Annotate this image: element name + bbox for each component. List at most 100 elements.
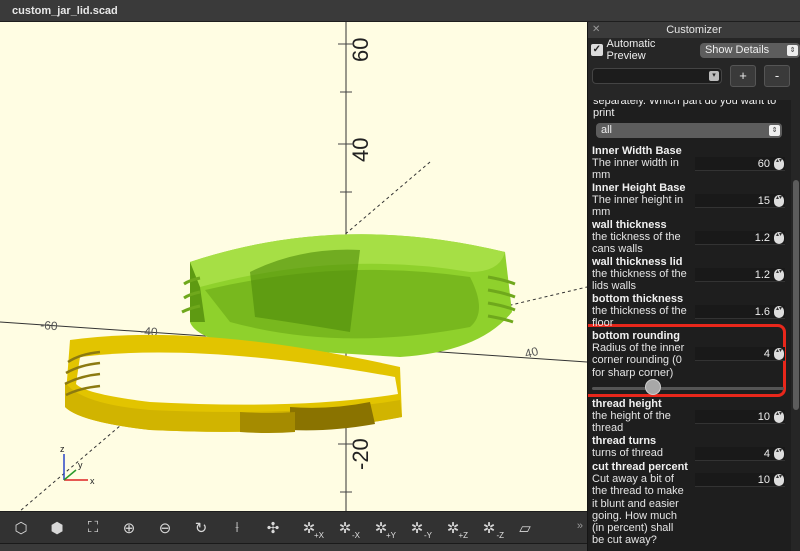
stepper-icon[interactable]: ▴▾ (774, 448, 784, 460)
param-value[interactable]: 10 (758, 473, 770, 487)
preview-row: ✓ Automatic Preview Show Details ⇕ (588, 38, 800, 62)
param-spinbox[interactable]: 15 ▴▾ (695, 194, 785, 208)
stepper-icon[interactable]: ▴▾ (774, 474, 784, 486)
param-name: wall thickness lid (592, 256, 683, 268)
show-edges-icon-glyph: ▱ (519, 519, 531, 537)
stepper-icon[interactable]: ▴▾ (774, 195, 784, 207)
param-inner-width-base: Inner Width Base The inner width in mm 60 ▴… (592, 145, 789, 182)
view-top-icon-glyph: ✲ (446, 519, 460, 537)
param-name: cut thread percent (592, 461, 688, 473)
param-wall-thickness: wall thickness the tickness of the cans w… (592, 219, 789, 256)
param-spinbox[interactable]: 60 ▴▾ (695, 157, 785, 171)
gizmo-z: z (60, 444, 65, 454)
parameter-scrollbar[interactable] (793, 100, 799, 551)
param-spinbox[interactable]: 10 ▴▾ (695, 410, 785, 424)
perspective-icon[interactable]: ⟊ (224, 515, 250, 541)
show-edges-icon[interactable]: ▱ (512, 515, 538, 541)
stepper-icon[interactable]: ▴▾ (774, 158, 784, 170)
customizer-header: ✕ Customizer (588, 22, 800, 38)
remove-preset-button[interactable]: - (764, 65, 790, 87)
reset-view-icon[interactable]: ↻ (188, 515, 214, 541)
stepper-icon[interactable]: ▴▾ (774, 306, 784, 318)
parameter-list[interactable]: separately. Which part do you want to pr… (588, 100, 791, 551)
param-value[interactable]: 1.2 (755, 268, 770, 282)
param-spinbox[interactable]: 4 ▴▾ (695, 347, 785, 361)
param-name: bottom rounding (592, 330, 680, 342)
close-icon[interactable]: ✕ (592, 22, 600, 38)
tab-bar: custom_jar_lid.scad (0, 0, 800, 22)
view-all-icon-glyph: ⛶ (87, 519, 99, 536)
param-spinbox[interactable]: 1.2 ▴▾ (695, 231, 785, 245)
lid-model (181, 234, 516, 357)
stepper-icon[interactable]: ▴▾ (774, 348, 784, 360)
param-spinbox[interactable]: 1.6 ▴▾ (695, 305, 785, 319)
view-back-icon[interactable]: ✲ +Y (368, 515, 396, 541)
param-inner-height-base: Inner Height Base The inner height in mm 1… (592, 182, 789, 219)
zoom-out-icon-glyph: ⊖ (158, 519, 172, 537)
view-bottom-icon[interactable]: ✲ -Z (476, 515, 504, 541)
view-front-icon-axis-label: -Y (424, 530, 432, 540)
view-all-icon[interactable]: ⛶ (80, 515, 106, 541)
orthogonal-icon[interactable]: ✣ (260, 515, 286, 541)
toolbar-overflow-icon[interactable]: » (577, 520, 583, 532)
render-icon[interactable]: ⬡ (8, 515, 34, 541)
scrollbar-thumb[interactable] (793, 180, 799, 410)
part-select[interactable]: all ⇕ (596, 123, 782, 138)
view-top-icon[interactable]: ✲ +Z (440, 515, 468, 541)
param-description: the thickness of the floor (592, 305, 687, 330)
axis-gizmo: z y x (60, 444, 95, 486)
view-left-icon-glyph: ✲ (338, 519, 352, 537)
chevron-down-icon: ▾ (709, 71, 719, 81)
tick-x-neg60: -60 (40, 318, 59, 333)
zoom-out-icon[interactable]: ⊖ (152, 515, 178, 541)
part-description: separately. Which part do you want to pr… (593, 100, 777, 119)
render-icon-glyph: ⬡ (14, 519, 28, 537)
preview-cube-icon[interactable]: ⬢ (44, 515, 70, 541)
reset-view-icon-glyph: ↻ (194, 519, 208, 537)
gizmo-y: y (78, 460, 83, 470)
view-front-icon-glyph: ✲ (410, 519, 424, 537)
3d-viewport[interactable]: 60 40 20 -20 -60 -40 40 (0, 22, 587, 511)
param-value[interactable]: 10 (758, 410, 770, 424)
automatic-preview-checkbox[interactable]: ✓ (591, 44, 603, 56)
customizer-panel: ✕ Customizer ✓ Automatic Preview Show De… (587, 22, 800, 551)
param-value[interactable]: 1.2 (755, 231, 770, 245)
bottom-rounding-slider-track[interactable] (592, 387, 784, 390)
param-value[interactable]: 1.6 (755, 305, 770, 319)
perspective-icon-glyph: ⟊ (235, 519, 239, 536)
stepper-icon[interactable]: ▴▾ (774, 232, 784, 244)
param-name: Inner Width Base (592, 145, 682, 157)
view-right-icon[interactable]: ✲ +X (296, 515, 324, 541)
param-spinbox[interactable]: 4 ▴▾ (695, 447, 785, 461)
bottom-rounding-slider-thumb[interactable] (644, 379, 661, 395)
param-bottom-thickness: bottom thickness the thickness of the flo… (592, 293, 789, 330)
preset-row: ▾ + - (588, 62, 800, 90)
param-description: Cut away a bit of the thread to make it … (592, 473, 684, 547)
param-spinbox[interactable]: 10 ▴▾ (695, 473, 785, 487)
view-left-icon[interactable]: ✲ -X (332, 515, 360, 541)
param-description: the tickness of the cans walls (592, 231, 681, 256)
param-description: the thickness of the lids walls (592, 268, 687, 293)
zoom-in-icon-glyph: ⊕ (122, 519, 136, 537)
file-tab[interactable]: custom_jar_lid.scad (0, 0, 130, 22)
view-top-icon-axis-label: +Z (458, 530, 468, 540)
add-preset-button[interactable]: + (730, 65, 756, 87)
param-value[interactable]: 4 (764, 347, 770, 361)
param-bottom-rounding: bottom rounding Radius of the inner corne… (592, 330, 789, 379)
view-front-icon[interactable]: ✲ -Y (404, 515, 432, 541)
zoom-in-icon[interactable]: ⊕ (116, 515, 142, 541)
param-spinbox[interactable]: 1.2 ▴▾ (695, 268, 785, 282)
param-value[interactable]: 15 (758, 194, 770, 208)
param-value[interactable]: 4 (764, 447, 770, 461)
stepper-icon[interactable]: ▴▾ (774, 411, 784, 423)
view-bottom-icon-glyph: ✲ (482, 519, 496, 537)
stepper-icon[interactable]: ▴▾ (774, 269, 784, 281)
scene-canvas: 60 40 20 -20 -60 -40 40 (0, 22, 587, 511)
preset-select[interactable]: ▾ (592, 68, 722, 84)
customizer-title: Customizer (666, 24, 722, 36)
param-description: the height of the thread (592, 410, 671, 435)
param-wall-thickness-lid: wall thickness lid the thickness of the l… (592, 256, 789, 293)
param-value[interactable]: 60 (758, 157, 770, 171)
param-name: Inner Height Base (592, 182, 686, 194)
details-select[interactable]: Show Details ⇕ (699, 42, 800, 58)
